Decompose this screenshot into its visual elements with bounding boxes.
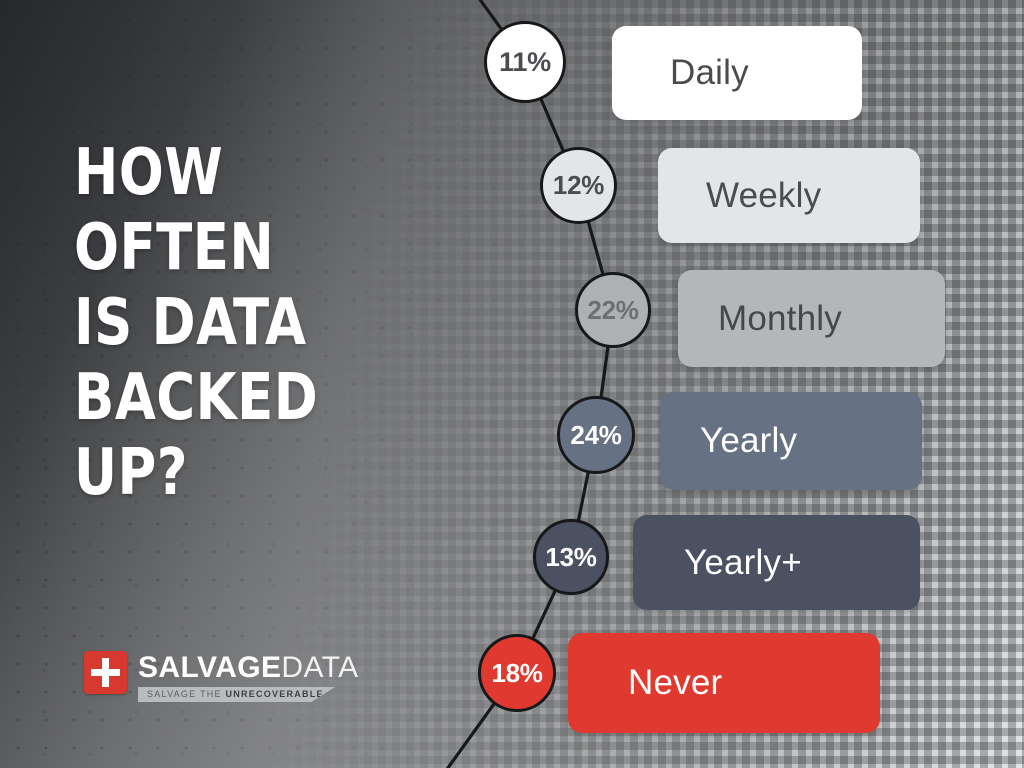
bar-label-never: Never bbox=[628, 663, 723, 702]
red-cross-icon bbox=[84, 651, 127, 694]
page-title: How often is data backed up? bbox=[74, 136, 442, 511]
logo-word-secondary: DATA bbox=[281, 651, 359, 684]
logo-tagline-emphasis: UNRECOVERABLE bbox=[225, 689, 324, 699]
page-title-line-1: How often bbox=[74, 136, 275, 285]
logo-word-primary: SALVAGE bbox=[138, 651, 282, 684]
value-bubble-yearly[interactable]: 24% bbox=[557, 396, 635, 474]
infographic-canvas: How often is data backed up? Daily Weekl… bbox=[0, 0, 1024, 768]
bar-yearly-plus[interactable]: Yearly+ bbox=[633, 515, 920, 610]
bar-label-monthly: Monthly bbox=[718, 298, 842, 338]
bar-label-weekly: Weekly bbox=[706, 175, 822, 215]
page-title-line-2: is data bbox=[74, 286, 307, 360]
bar-label-yearly: Yearly bbox=[700, 421, 798, 460]
value-label-weekly: 12% bbox=[552, 170, 605, 200]
value-bubble-daily[interactable]: 11% bbox=[484, 21, 566, 103]
page-title-line-4: up? bbox=[74, 436, 188, 510]
value-label-monthly: 22% bbox=[587, 294, 639, 325]
bar-weekly[interactable]: Weekly bbox=[658, 148, 920, 243]
logo-wordmark: SALVAGEDATA bbox=[138, 652, 359, 684]
bar-yearly[interactable]: Yearly bbox=[660, 392, 922, 490]
value-label-yearly: 24% bbox=[570, 419, 622, 450]
logo-text-block: SALVAGEDATA SALVAGE THE UNRECOVERABLE bbox=[138, 651, 359, 702]
bar-monthly[interactable]: Monthly bbox=[678, 270, 945, 367]
logo-tagline-ribbon: SALVAGE THE UNRECOVERABLE bbox=[138, 687, 335, 702]
bar-label-daily: Daily bbox=[670, 53, 749, 92]
bar-never[interactable]: Never bbox=[568, 633, 880, 733]
logo-tagline-prefix: SALVAGE THE bbox=[147, 689, 226, 699]
value-bubble-yearly-plus[interactable]: 13% bbox=[533, 519, 609, 595]
brand-logo[interactable]: SALVAGEDATA SALVAGE THE UNRECOVERABLE bbox=[84, 651, 359, 702]
value-label-daily: 11% bbox=[499, 46, 551, 77]
logo-tagline: SALVAGE THE UNRECOVERABLE bbox=[147, 690, 324, 699]
bar-daily[interactable]: Daily bbox=[612, 26, 862, 120]
page-title-line-3: backed bbox=[74, 361, 319, 435]
value-bubble-monthly[interactable]: 22% bbox=[575, 272, 651, 348]
value-label-yearly-plus: 13% bbox=[545, 541, 597, 572]
value-bubble-weekly[interactable]: 12% bbox=[540, 147, 617, 224]
value-label-never: 18% bbox=[491, 657, 543, 688]
value-bubble-never[interactable]: 18% bbox=[478, 634, 556, 712]
bar-label-yearly-plus: Yearly+ bbox=[684, 542, 802, 582]
